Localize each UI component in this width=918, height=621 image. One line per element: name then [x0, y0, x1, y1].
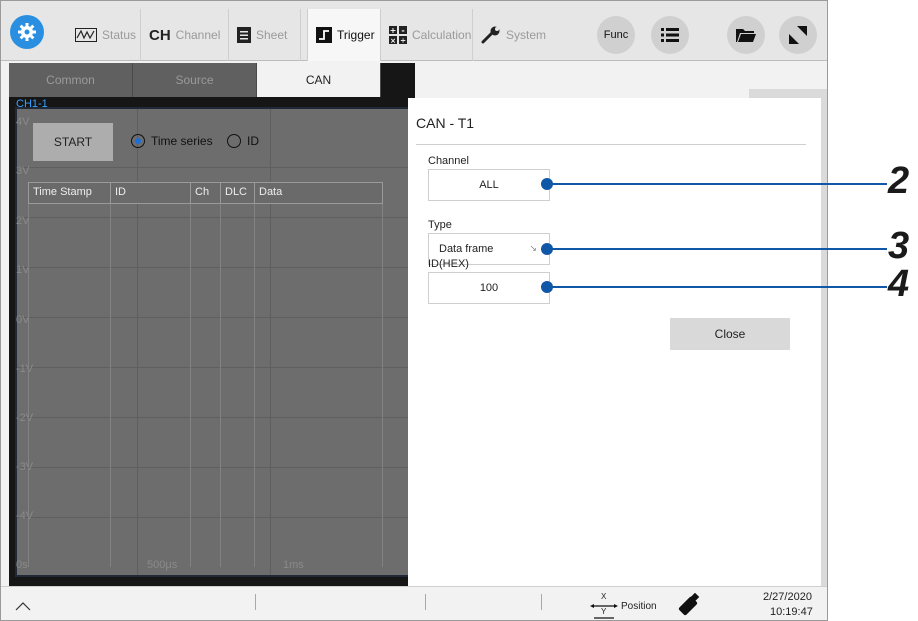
list-icon [661, 28, 679, 42]
y-tick-label: -1V [16, 363, 34, 375]
y-tick-label: -4V [16, 510, 34, 522]
tab-sheet-label: Sheet [256, 28, 288, 42]
x-tick-label: 500μs [147, 559, 178, 571]
svg-text:-: - [401, 26, 404, 35]
radio-time-series-label: Time series [151, 134, 213, 148]
can-trigger-dialog: CAN - T1 Channel ALL Type Data frame ↘ I… [408, 98, 821, 588]
svg-text:×: × [390, 37, 396, 44]
id-hex-label: ID(HEX) [428, 258, 469, 270]
callout-line [547, 248, 887, 250]
tab-system[interactable]: System [473, 9, 553, 61]
type-field-label: Type [428, 219, 452, 231]
usb-drive-icon [678, 593, 700, 616]
column-header: ID [111, 183, 191, 203]
waveform-plot[interactable] [15, 107, 411, 577]
y-tick-label: 3V [16, 165, 30, 177]
position-y-label: Y [601, 607, 607, 616]
expand-icon [789, 26, 807, 44]
x-tick-label: 0s [16, 559, 28, 571]
dropdown-arrow-icon: ↘ [529, 243, 537, 253]
trigger-icon [316, 27, 332, 43]
channel-select[interactable]: ALL [428, 169, 550, 201]
channel-label: CH1-1 [16, 98, 48, 110]
id-hex-input[interactable]: 100 [428, 272, 550, 304]
gear-icon [18, 23, 36, 41]
y-tick-label: -2V [16, 412, 34, 424]
wrench-icon [481, 26, 501, 44]
status-icon [75, 28, 97, 42]
tab-channel[interactable]: CH Channel [141, 9, 229, 61]
tab-system-label: System [506, 28, 547, 42]
radio-id-label: ID [247, 134, 259, 148]
app-window: Status CH Channel Sheet Trigger + - × ÷ Cal… [0, 0, 828, 621]
callout-line [547, 183, 887, 185]
sheet-icon [237, 27, 251, 43]
dialog-title: CAN - T1 [416, 115, 475, 131]
func-label: Func [603, 29, 629, 41]
y-tick-label: -3V [16, 461, 34, 473]
can-table-header: Time Stamp ID Ch DLC Data [28, 182, 383, 204]
position-control[interactable]: X Y [589, 591, 619, 620]
tab-trigger-label: Trigger [337, 28, 375, 42]
calculation-icon: + - × ÷ [389, 26, 407, 44]
tab-calculation-label: Calculation [412, 28, 472, 42]
top-toolbar: Status CH Channel Sheet Trigger + - × ÷ Cal… [1, 1, 827, 61]
tab-calculation[interactable]: + - × ÷ Calculation [381, 9, 473, 61]
radio-id[interactable]: ID [227, 134, 259, 148]
close-button[interactable]: Close [670, 318, 790, 350]
column-header: Ch [191, 183, 221, 203]
trigger-subtabs: Common Source CAN [9, 63, 381, 97]
tab-sheet[interactable]: Sheet [229, 9, 301, 61]
list-menu-button[interactable] [651, 16, 689, 54]
channel-field-label: Channel [428, 155, 469, 167]
x-tick-label: 1ms [283, 559, 304, 571]
position-label: Position [621, 601, 657, 612]
func-button[interactable]: Func [597, 16, 635, 54]
type-value: Data frame [439, 243, 494, 255]
fullscreen-button[interactable] [779, 16, 817, 54]
tab-can[interactable]: CAN [257, 63, 381, 97]
tab-source[interactable]: Source [133, 63, 257, 97]
chevron-up-icon[interactable] [15, 601, 31, 611]
callout-number: 2 [888, 160, 910, 202]
channel-icon: CH [149, 26, 171, 44]
y-tick-label: 4V [16, 116, 30, 128]
channel-value: ALL [479, 179, 499, 191]
callout-number: 3 [888, 225, 910, 267]
tab-channel-label: Channel [175, 28, 221, 42]
radio-unselected-icon [227, 134, 241, 148]
svg-text:+: + [390, 26, 397, 35]
radio-time-series[interactable]: Time series [131, 134, 213, 148]
column-header: Data [259, 186, 283, 198]
settings-button[interactable] [10, 15, 44, 49]
tab-common[interactable]: Common [9, 63, 133, 97]
folder-icon [736, 29, 756, 42]
callout-line [547, 286, 887, 288]
callout-number: 4 [888, 263, 910, 305]
tab-status-label: Status [102, 28, 137, 42]
radio-selected-icon [131, 134, 145, 148]
position-x-label: X [601, 592, 607, 601]
svg-text:÷: ÷ [400, 37, 406, 44]
open-folder-button[interactable] [727, 16, 765, 54]
tab-trigger[interactable]: Trigger [307, 9, 381, 61]
start-button[interactable]: START [33, 123, 113, 161]
column-header: DLC [221, 183, 255, 203]
tab-status[interactable]: Status [67, 9, 141, 61]
status-time: 10:19:47 [770, 606, 813, 618]
id-hex-value: 100 [479, 282, 499, 294]
status-date: 2/27/2020 [763, 591, 812, 603]
status-bar: X Y Position 2/27/2020 10:19:47 [1, 586, 827, 620]
column-header: Time Stamp [29, 183, 111, 203]
